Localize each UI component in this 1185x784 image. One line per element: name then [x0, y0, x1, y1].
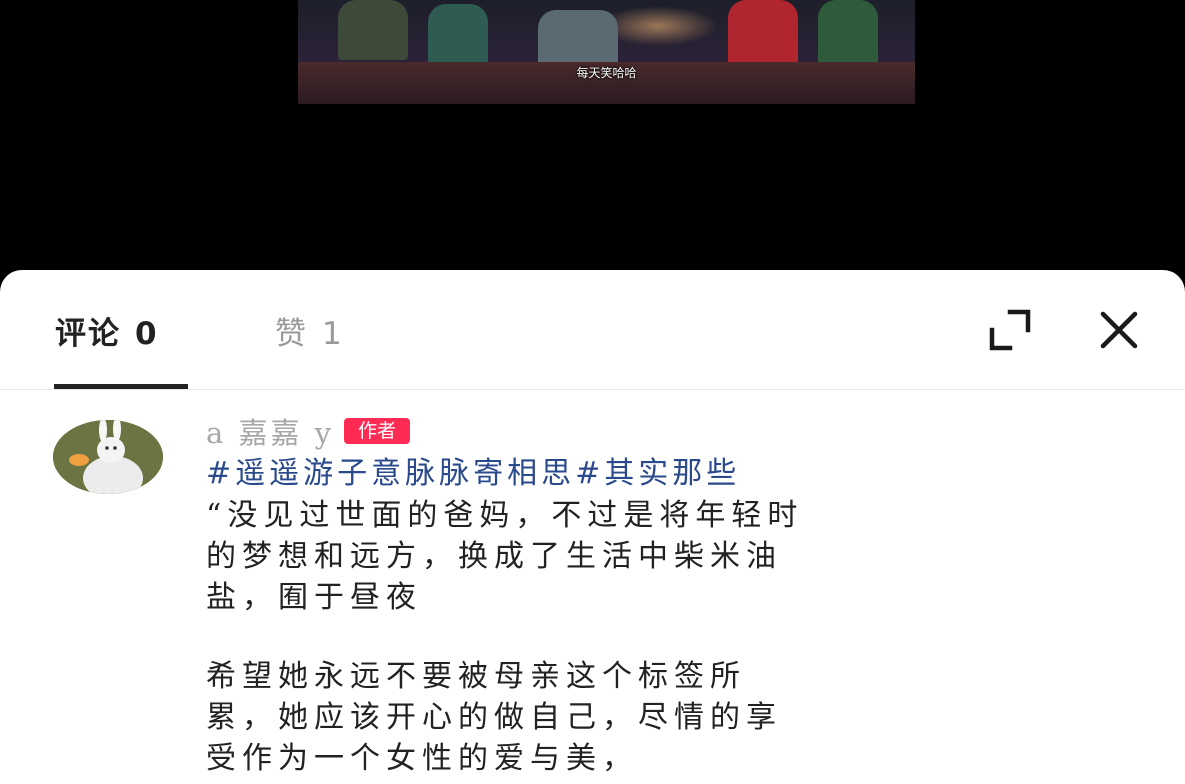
tab-comments[interactable]: 评论 0	[55, 308, 159, 353]
comment-header: a 嘉嘉 y 作者	[206, 410, 1106, 452]
tab-likes-count: 1	[322, 316, 344, 352]
comment-paragraph-2: 希望她永远不要被母亲这个标签所 累，她应该开心的做自己，尽情的享 受作为一个女性…	[206, 656, 1106, 779]
avatar-image	[53, 420, 163, 494]
video-player[interactable]: 每天笑哈哈	[298, 0, 915, 104]
tab-likes-label: 赞	[275, 316, 308, 352]
comment-line: 的梦想和远方，换成了生活中柴米油	[206, 539, 782, 574]
video-frame-image	[298, 0, 915, 104]
expand-button[interactable]	[986, 306, 1034, 354]
scene-figure	[538, 10, 618, 70]
author-badge: 作者	[344, 418, 411, 444]
comment-line: 受作为一个女性的爱与美，	[206, 741, 638, 776]
close-button[interactable]	[1095, 306, 1143, 354]
comment-line: 希望她永远不要被母亲这个标签所	[206, 659, 746, 694]
tab-likes[interactable]: 赞1	[275, 308, 344, 353]
expand-icon	[989, 309, 1031, 351]
comments-tab-bar: 评论 0 赞1	[0, 270, 1185, 390]
app-screen: 每天笑哈哈 评论 0 赞1 a 嘉嘉 y 作者 #遥遥游子意脉脉寄相思#其实那些…	[0, 0, 1185, 784]
active-tab-indicator	[54, 384, 188, 389]
comment-line: “没见过世面的爸妈，不过是将年轻时	[206, 498, 804, 533]
comment-username[interactable]: a 嘉嘉 y	[206, 410, 334, 452]
scene-figure	[338, 0, 408, 60]
scene-figure	[818, 0, 878, 70]
video-subtitle: 每天笑哈哈	[576, 66, 637, 80]
comment-hashtags[interactable]: #遥遥游子意脉脉寄相思#其实那些	[206, 453, 1106, 495]
comment-line: 累，她应该开心的做自己，尽情的享	[206, 700, 782, 735]
tab-comments-count: 0	[135, 316, 159, 352]
tab-comments-label: 评论	[55, 316, 121, 352]
comment-paragraph-1: “没见过世面的爸妈，不过是将年轻时 的梦想和远方，换成了生活中柴米油 盐，囿于昼…	[206, 495, 1106, 618]
avatar[interactable]	[53, 420, 163, 494]
close-icon	[1100, 311, 1138, 349]
comment-line: 盐，囿于昼夜	[206, 580, 422, 615]
comment-body: a 嘉嘉 y 作者 #遥遥游子意脉脉寄相思#其实那些 “没见过世面的爸妈，不过是…	[206, 410, 1106, 779]
comments-sheet: 评论 0 赞1 a 嘉嘉 y 作者 #遥遥游子意脉脉寄相思#其实那些 “没见过世…	[0, 270, 1185, 784]
